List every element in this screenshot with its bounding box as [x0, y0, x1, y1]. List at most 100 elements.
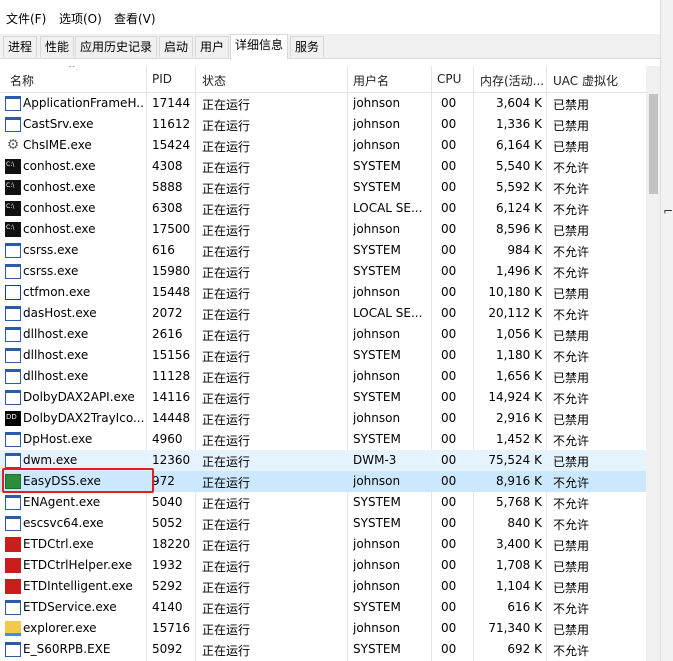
- cell-status: 正在运行: [202, 119, 251, 133]
- cell-status: 正在运行: [202, 182, 251, 196]
- cell-status: 正在运行: [202, 455, 251, 469]
- cell-pid: 14116: [152, 390, 191, 404]
- folder-icon: [5, 621, 21, 636]
- window-frame-icon: [5, 243, 21, 258]
- cell-cpu: 00: [441, 621, 457, 635]
- cell-pid: 11612: [152, 117, 191, 131]
- tab-app-history[interactable]: 应用历史记录: [75, 36, 158, 57]
- cell-uac: 已禁用: [553, 413, 590, 427]
- tab-services[interactable]: 服务: [290, 36, 325, 57]
- table-row[interactable]: DolbyDAX2API.exe 14116 正在运行 SYSTEM 00 14,924 …: [0, 387, 646, 408]
- console-icon: [5, 159, 21, 174]
- table-row[interactable]: ETDCtrl.exe 18220 正在运行 johnson 00 3,400 K 已禁用: [0, 534, 646, 555]
- column-header-username[interactable]: 用户名: [353, 72, 389, 89]
- table-row[interactable]: escsvc64.exe 5052 正在运行 SYSTEM 00 840 K 不允许: [0, 513, 646, 534]
- cell-pid: 15716: [152, 621, 191, 635]
- tab-performance[interactable]: 性能: [40, 36, 75, 57]
- cell-cpu: 00: [441, 96, 457, 110]
- column-header-memory[interactable]: 内存(活动...: [480, 72, 544, 89]
- cell-status: 正在运行: [202, 350, 251, 364]
- cell-pid: 17144: [152, 96, 191, 110]
- cell-name: conhost.exe: [23, 222, 96, 236]
- cell-name: ChsIME.exe: [23, 138, 92, 152]
- table-row[interactable]: ETDService.exe 4140 正在运行 SYSTEM 00 616 K 不允许: [0, 597, 646, 618]
- cell-user: SYSTEM: [353, 600, 401, 614]
- cell-user: SYSTEM: [353, 264, 401, 278]
- cell-uac: 已禁用: [553, 119, 590, 133]
- cell-status: 正在运行: [202, 434, 251, 448]
- cell-uac: 已禁用: [553, 287, 590, 301]
- table-row[interactable]: explorer.exe 15716 正在运行 johnson 00 71,340 K 已禁…: [0, 618, 646, 639]
- menu-options[interactable]: 选项(O): [59, 10, 102, 27]
- window-frame-icon: [5, 327, 21, 342]
- cell-pid: 15424: [152, 138, 191, 152]
- cell-user: johnson: [353, 579, 401, 593]
- cell-status: 正在运行: [202, 245, 251, 259]
- cell-mem: 75,524 K: [488, 453, 542, 467]
- table-row[interactable]: E_S60RPB.EXE 5092 正在运行 SYSTEM 00 692 K 不允许: [0, 639, 646, 660]
- cell-cpu: 00: [441, 390, 457, 404]
- table-row[interactable]: dasHost.exe 2072 正在运行 LOCAL SE... 00 20,112 K…: [0, 303, 646, 324]
- table-row[interactable]: dllhost.exe 2616 正在运行 johnson 00 1,056 K 已禁用: [0, 324, 646, 345]
- cell-cpu: 00: [441, 327, 457, 341]
- table-row[interactable]: csrss.exe 15980 正在运行 SYSTEM 00 1,496 K 不允许: [0, 261, 646, 282]
- cell-uac: 不允许: [553, 476, 590, 490]
- cell-name: dllhost.exe: [23, 327, 89, 341]
- table-row[interactable]: CastSrv.exe 11612 正在运行 johnson 00 1,336 K 已禁用: [0, 114, 646, 135]
- cell-cpu: 00: [441, 222, 457, 236]
- cell-pid: 11128: [152, 369, 191, 383]
- window-frame-icon: [5, 432, 21, 447]
- column-header-status[interactable]: 状态: [202, 72, 226, 89]
- cell-mem: 8,596 K: [495, 222, 542, 236]
- table-row[interactable]: dllhost.exe 15156 正在运行 SYSTEM 00 1,180 K 不允许: [0, 345, 646, 366]
- cell-status: 正在运行: [202, 539, 251, 553]
- column-header-uac[interactable]: UAC 虚拟化: [553, 72, 618, 89]
- cell-pid: 4960: [152, 432, 183, 446]
- menu-view[interactable]: 查看(V): [114, 10, 156, 27]
- table-row[interactable]: ETDCtrlHelper.exe 1932 正在运行 johnson 00 1,708 …: [0, 555, 646, 576]
- table-row[interactable]: conhost.exe 17500 正在运行 johnson 00 8,596 K 已禁用: [0, 219, 646, 240]
- cell-mem: 3,604 K: [495, 96, 542, 110]
- menu-file[interactable]: 文件(F): [6, 10, 46, 27]
- table-row[interactable]: ctfmon.exe 15448 正在运行 johnson 00 10,180 K 已禁用: [0, 282, 646, 303]
- table-row[interactable]: ETDIntelligent.exe 5292 正在运行 johnson 00 1,104…: [0, 576, 646, 597]
- cell-user: SYSTEM: [353, 390, 401, 404]
- tab-details[interactable]: 详细信息: [230, 34, 289, 60]
- column-header-pid[interactable]: PID: [152, 72, 172, 86]
- tab-processes[interactable]: 进程: [3, 36, 38, 57]
- gear-icon: ⚙: [6, 137, 20, 153]
- cell-name: ETDService.exe: [23, 600, 117, 614]
- table-row[interactable]: conhost.exe 4308 正在运行 SYSTEM 00 5,540 K 不允许: [0, 156, 646, 177]
- table-row[interactable]: dllhost.exe 11128 正在运行 johnson 00 1,656 K 已禁用: [0, 366, 646, 387]
- table-row[interactable]: conhost.exe 5888 正在运行 SYSTEM 00 5,592 K 不允许: [0, 177, 646, 198]
- console-icon: [5, 201, 21, 216]
- cell-uac: 已禁用: [553, 329, 590, 343]
- cell-cpu: 00: [441, 138, 457, 152]
- table-row[interactable]: DolbyDAX2TrayIco... 14448 正在运行 johnson 00 2,9…: [0, 408, 646, 429]
- cell-pid: 15448: [152, 285, 191, 299]
- cell-mem: 10,180 K: [488, 285, 542, 299]
- column-header-name[interactable]: 名称: [10, 72, 34, 89]
- table-row[interactable]: ⚙ ChsIME.exe 15424 正在运行 johnson 00 6,164 K 已禁用: [0, 135, 646, 156]
- table-row[interactable]: conhost.exe 6308 正在运行 LOCAL SE... 00 6,124 K 不…: [0, 198, 646, 219]
- vertical-scrollbar[interactable]: [646, 66, 660, 661]
- cell-uac: 不允许: [553, 497, 590, 511]
- cell-status: 正在运行: [202, 140, 251, 154]
- partial-glyph: ⌐: [663, 204, 673, 218]
- red-app-icon: [5, 579, 21, 594]
- scrollbar-thumb[interactable]: [649, 94, 658, 194]
- console-icon: [5, 222, 21, 237]
- table-row[interactable]: csrss.exe 616 正在运行 SYSTEM 00 984 K 不允许: [0, 240, 646, 261]
- tab-users[interactable]: 用户: [195, 36, 230, 57]
- cell-mem: 5,768 K: [495, 495, 542, 509]
- table-row[interactable]: ApplicationFrameH... 17144 正在运行 johnson 00 3,…: [0, 93, 646, 114]
- cell-mem: 5,540 K: [495, 159, 542, 173]
- cell-status: 正在运行: [202, 329, 251, 343]
- cell-mem: 6,124 K: [495, 201, 542, 215]
- cell-name: ctfmon.exe: [23, 285, 91, 299]
- cell-status: 正在运行: [202, 308, 251, 322]
- table-row[interactable]: ENAgent.exe 5040 正在运行 SYSTEM 00 5,768 K 不允许: [0, 492, 646, 513]
- tab-startup[interactable]: 启动: [159, 36, 194, 57]
- column-header-cpu[interactable]: CPU: [437, 72, 461, 86]
- table-row[interactable]: DpHost.exe 4960 正在运行 SYSTEM 00 1,452 K 不允许: [0, 429, 646, 450]
